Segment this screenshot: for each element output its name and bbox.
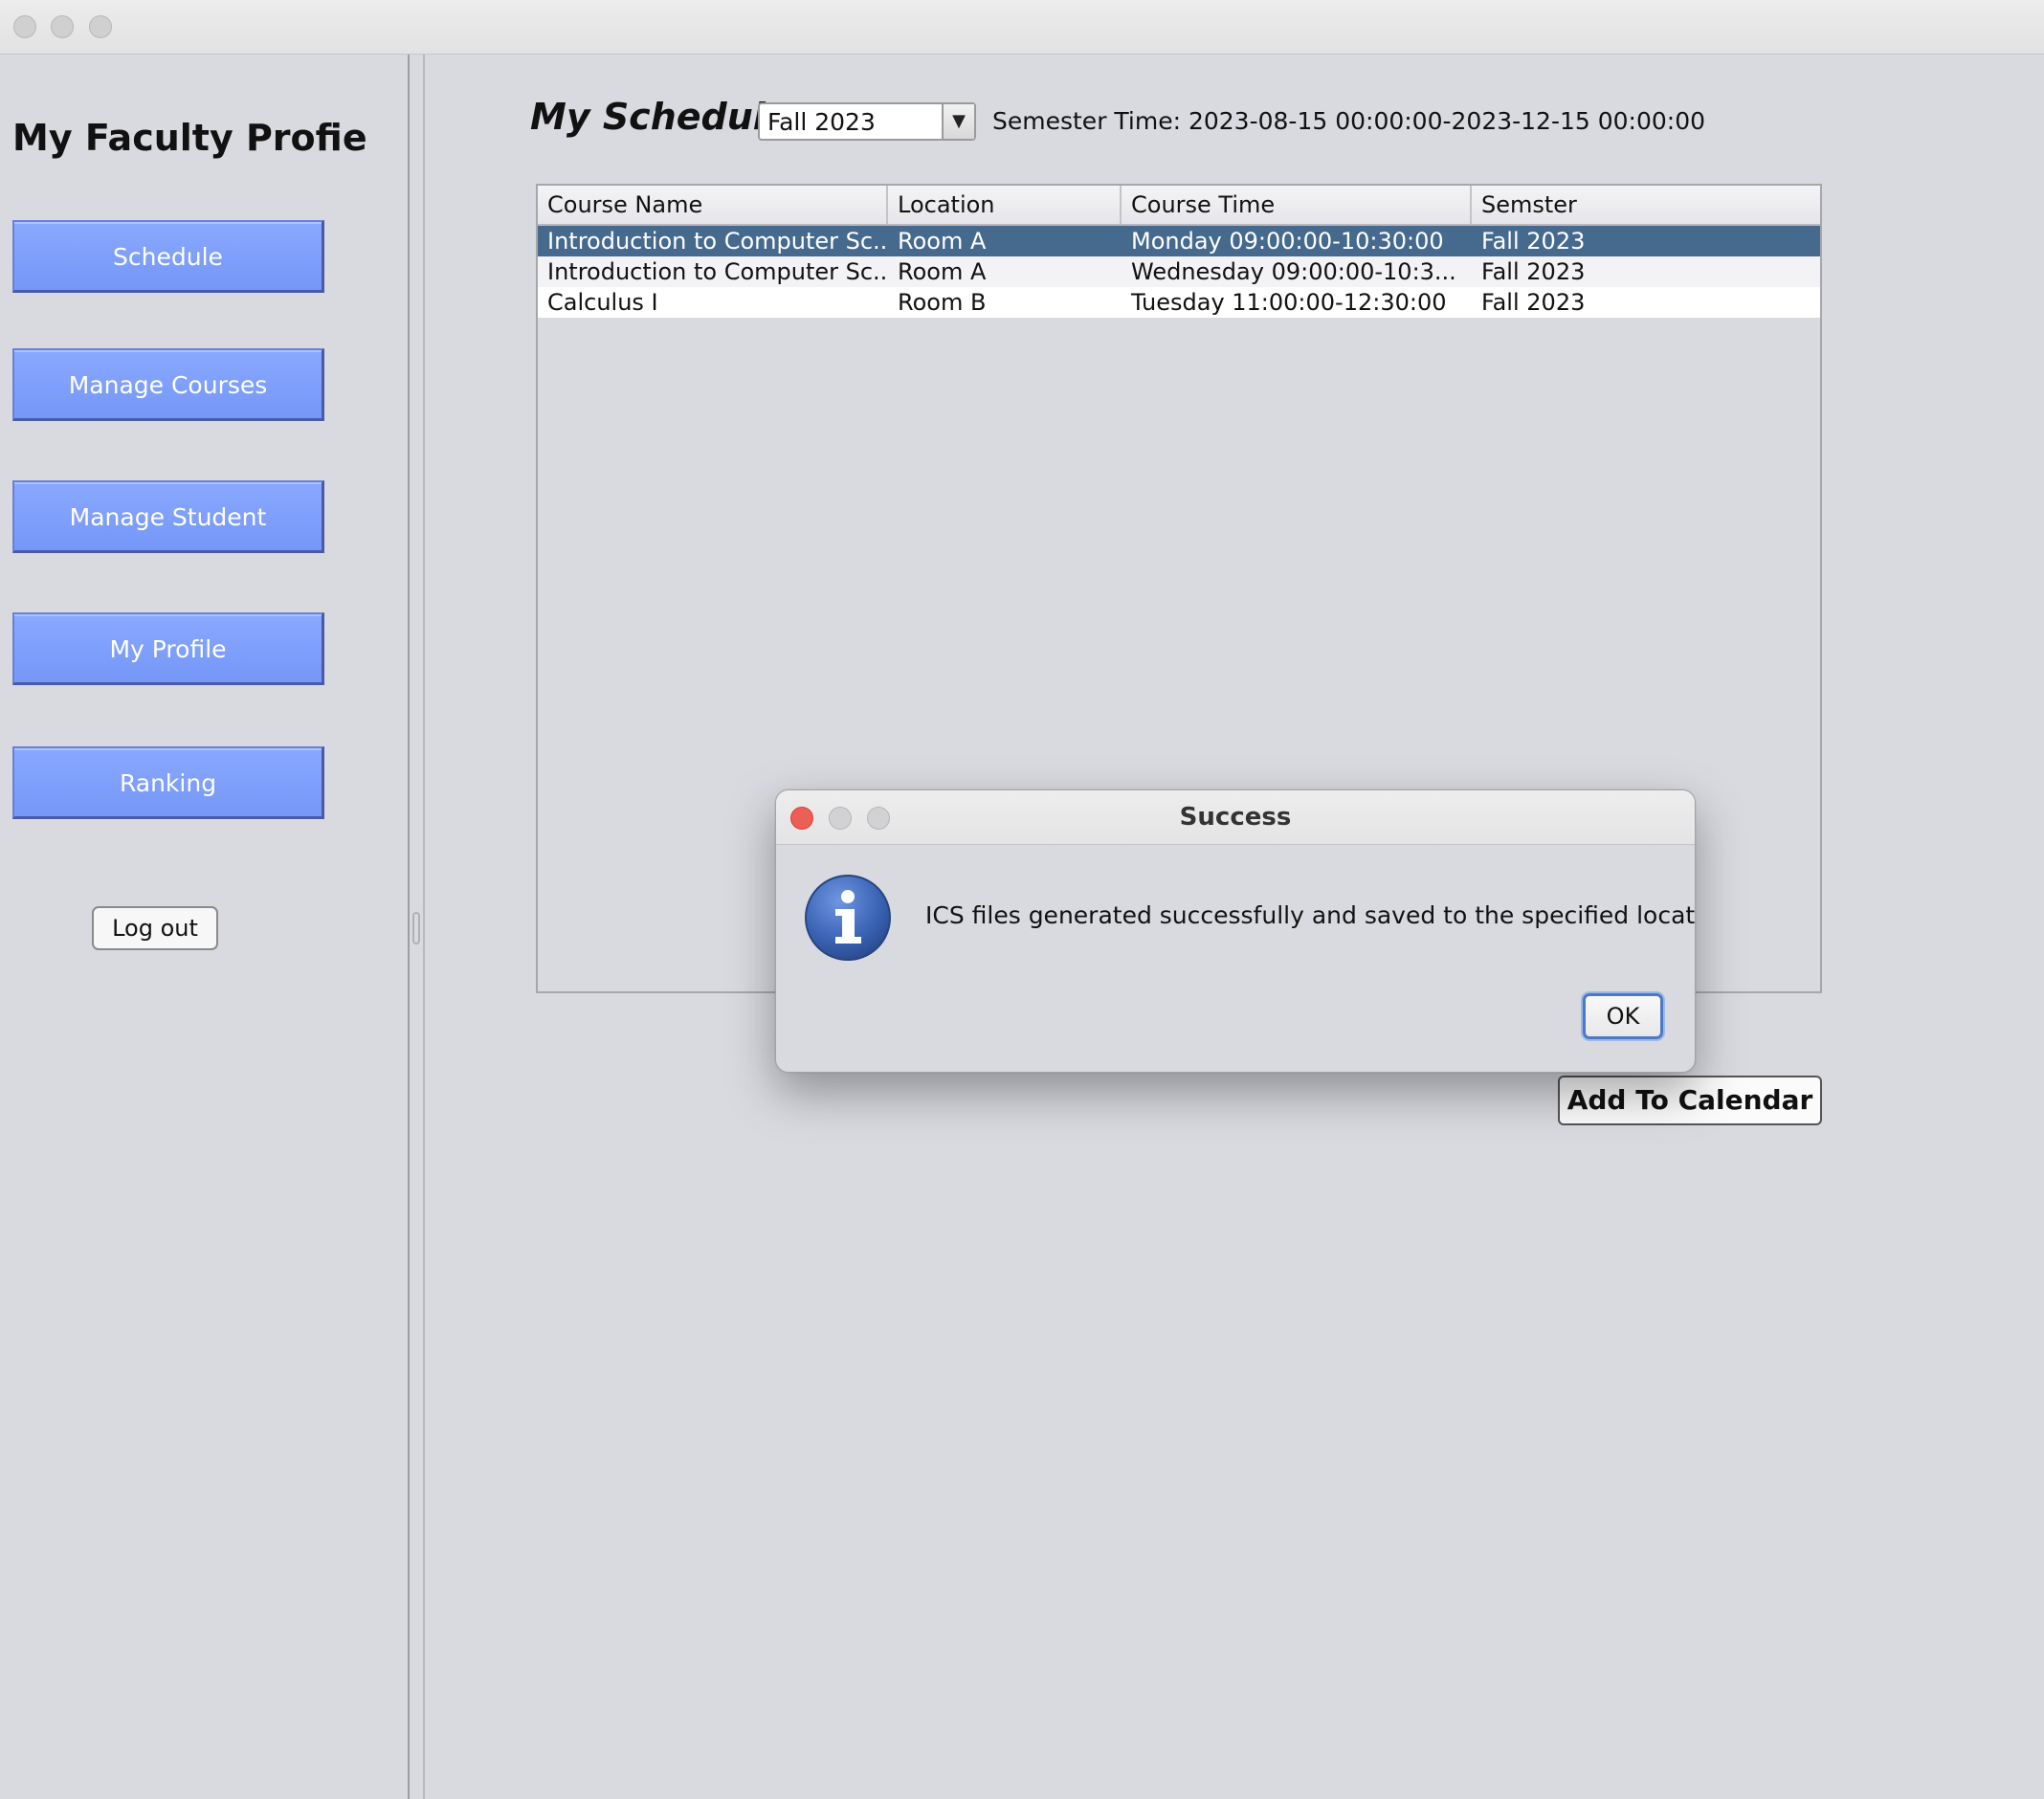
semester-time-label: Semester Time: 2023-08-15 00:00:00-2023-… [992,107,1706,135]
semester-select[interactable]: Fall 2023 ▼ [758,102,976,141]
schedule-button[interactable]: Schedule [12,220,324,293]
dialog-message: ICS files generated successfully and sav… [925,901,1696,929]
dialog-titlebar: Success [776,790,1695,845]
dialog-close-button[interactable] [790,807,813,830]
cell-location: Room A [898,258,987,285]
add-to-calendar-button[interactable]: Add To Calendar [1558,1076,1822,1125]
my-profile-button[interactable]: My Profile [12,612,324,685]
profile-title: My Faculty Profie [12,117,367,159]
dialog-zoom-button[interactable] [867,807,890,830]
window-zoom-button[interactable] [89,15,112,38]
cell-semester: Fall 2023 [1481,289,1586,316]
success-dialog: Success ICS files generated successfully… [775,789,1696,1073]
logout-button[interactable]: Log out [92,906,218,950]
cell-course-time: Tuesday 11:00:00-12:30:00 [1131,289,1447,316]
manage-courses-button[interactable]: Manage Courses [12,348,324,421]
chevron-down-icon[interactable]: ▼ [942,104,974,139]
semester-select-value: Fall 2023 [767,108,876,136]
dialog-title: Success [1179,803,1292,832]
cell-semester: Fall 2023 [1481,258,1586,285]
table-row[interactable]: Calculus I Room B Tuesday 11:00:00-12:30… [538,287,1820,318]
column-header-course-time[interactable]: Course Time [1122,186,1472,224]
cell-location: Room A [898,228,987,255]
cell-location: Room B [898,289,987,316]
window-minimize-button[interactable] [51,15,74,38]
cell-course-name: Introduction to Computer Sc... [547,228,888,255]
schedule-title: My Schedule [530,96,790,138]
splitter-grip-icon[interactable] [412,912,420,944]
table-row[interactable]: Introduction to Computer Sc... Room A We… [538,256,1820,287]
cell-course-time: Wednesday 09:00:00-10:3... [1131,258,1456,285]
dialog-minimize-button[interactable] [829,807,852,830]
cell-course-time: Monday 09:00:00-10:30:00 [1131,228,1444,255]
cell-course-name: Introduction to Computer Sc... [547,258,888,285]
cell-semester: Fall 2023 [1481,228,1586,255]
window-titlebar [0,0,2044,55]
info-icon [805,875,891,961]
table-header: Course Name Location Course Time Semster [538,186,1820,226]
ok-button[interactable]: OK [1583,993,1663,1039]
column-header-course-name[interactable]: Course Name [538,186,888,224]
table-row[interactable]: Introduction to Computer Sc... Room A Mo… [538,226,1820,256]
cell-course-name: Calculus I [547,289,658,316]
split-pane-divider[interactable] [408,55,425,1799]
column-header-location[interactable]: Location [888,186,1122,224]
window-close-button[interactable] [13,15,36,38]
manage-student-button[interactable]: Manage Student [12,480,324,553]
ranking-button[interactable]: Ranking [12,746,324,819]
column-header-semester[interactable]: Semster [1472,186,1820,224]
